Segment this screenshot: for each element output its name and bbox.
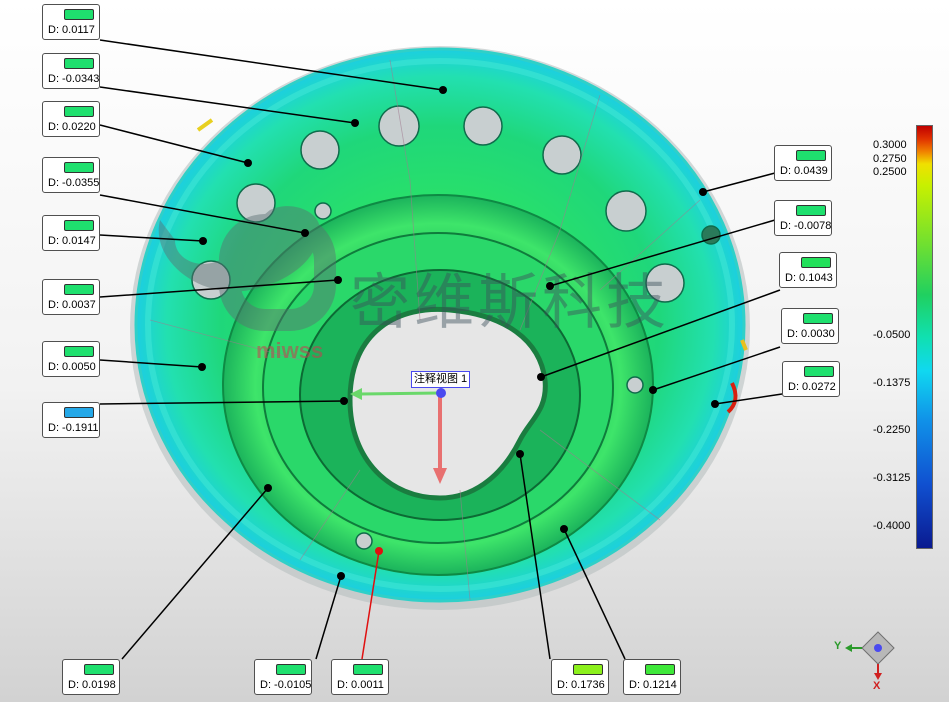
color-scale-tick: -0.0500 — [873, 329, 911, 341]
orientation-triad — [845, 631, 895, 680]
deviation-value: D: 0.0220 — [48, 121, 96, 133]
deviation-value: D: 0.0117 — [48, 24, 95, 36]
color-scale-tick: -0.4000 — [873, 520, 911, 532]
deviation-swatch — [804, 366, 834, 377]
deviation-value: D: 0.0439 — [780, 165, 828, 177]
deviation-value: D: -0.1911 — [48, 422, 99, 434]
deviation-callout[interactable]: D: 0.1736 — [551, 659, 609, 695]
deviation-swatch — [796, 150, 826, 161]
deviation-callout[interactable]: D: 0.0037 — [42, 279, 100, 315]
deviation-value: D: 0.0050 — [48, 361, 96, 373]
anchor-points — [198, 86, 719, 580]
deviation-callout[interactable]: D: 0.0220 — [42, 101, 100, 137]
deviation-callout[interactable]: D: 0.1214 — [623, 659, 681, 695]
deviation-swatch — [64, 9, 94, 20]
deviation-swatch — [64, 407, 94, 418]
deviation-swatch — [801, 257, 831, 268]
deviation-callout[interactable]: D: 0.0050 — [42, 341, 100, 377]
annotation-overlay — [99, 39, 895, 680]
triad-x-label: X — [873, 680, 881, 692]
deviation-callout[interactable]: D: 0.0198 — [62, 659, 120, 695]
deviation-callout[interactable]: D: 0.0030 — [781, 308, 839, 344]
color-scale-tick: -0.2250 — [873, 424, 911, 436]
color-scale-tick: -0.1375 — [873, 377, 911, 389]
deviation-swatch — [64, 58, 94, 69]
deviation-callout[interactable]: D: -0.1911 — [42, 402, 100, 438]
deviation-swatch — [573, 664, 603, 675]
deviation-callout[interactable]: D: 0.0011 — [331, 659, 389, 695]
deviation-swatch — [803, 313, 833, 324]
deviation-swatch — [353, 664, 383, 675]
deviation-swatch — [64, 106, 94, 117]
deviation-callout[interactable]: D: -0.0078 — [774, 200, 832, 236]
deviation-value: D: 0.0030 — [787, 328, 835, 340]
deviation-value: D: 0.0272 — [788, 381, 836, 393]
view-axes — [350, 388, 447, 484]
deviation-value: D: 0.0198 — [68, 679, 116, 691]
deviation-callout[interactable]: D: 0.0147 — [42, 215, 100, 251]
deviation-callout[interactable]: D: -0.0105 — [254, 659, 312, 695]
deviation-swatch — [64, 220, 94, 231]
deviation-swatch — [64, 346, 94, 357]
deviation-callout[interactable]: D: -0.0343 — [42, 53, 100, 89]
deviation-callout[interactable]: D: 0.1043 — [779, 252, 837, 288]
deviation-value: D: 0.1043 — [785, 272, 833, 284]
color-scale-tick: 0.3000 — [873, 139, 907, 151]
deviation-value: D: -0.0355 — [48, 177, 100, 189]
deviation-value: D: 0.0037 — [48, 299, 96, 311]
deviation-value: D: 0.1736 — [557, 679, 605, 691]
color-scale-tick: 0.2500 — [873, 166, 907, 178]
deviation-callout[interactable]: D: -0.0355 — [42, 157, 100, 193]
deviation-swatch — [796, 205, 826, 216]
deviation-swatch — [276, 664, 306, 675]
3d-viewport[interactable]: 密维斯科技 miwss 注释视图 1 D: 0.0117 D: -0.0343 … — [0, 0, 949, 702]
deviation-value: D: 0.0147 — [48, 235, 96, 247]
deviation-callout[interactable]: D: 0.0439 — [774, 145, 832, 181]
view-label[interactable]: 注释视图 1 — [411, 371, 471, 388]
color-scale-tick: -0.3125 — [873, 472, 911, 484]
color-scale-bar — [916, 125, 933, 549]
deviation-value: D: -0.0343 — [48, 73, 100, 85]
deviation-callout[interactable]: D: 0.0117 — [42, 4, 100, 40]
deviation-swatch — [64, 162, 94, 173]
deviation-value: D: -0.0078 — [780, 220, 832, 232]
leader-lines — [99, 39, 783, 660]
deviation-value: D: 0.1214 — [629, 679, 677, 691]
deviation-value: D: 0.0011 — [337, 679, 384, 691]
deviation-swatch — [84, 664, 114, 675]
deviation-callout[interactable]: D: 0.0272 — [782, 361, 840, 397]
deviation-value: D: -0.0105 — [260, 679, 312, 691]
color-scale-tick: 0.2750 — [873, 153, 907, 165]
deviation-swatch — [645, 664, 675, 675]
deviation-swatch — [64, 284, 94, 295]
triad-y-label: Y — [834, 640, 842, 652]
